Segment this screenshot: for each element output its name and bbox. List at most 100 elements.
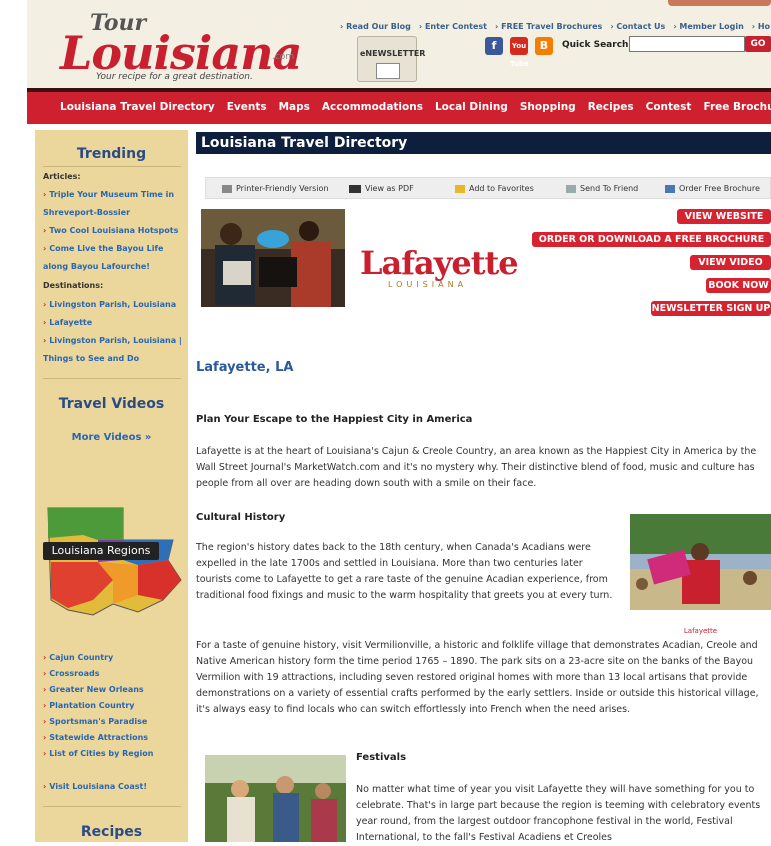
region-link[interactable]: › Cajun Country [43,650,183,666]
top-link-brochures[interactable]: › FREE Travel Brochures [495,22,602,31]
search-go-button[interactable]: GO [745,36,771,52]
region-link-text: Sportsman's Paradise [49,717,148,726]
festivals-paragraph: No matter what time of year you visit La… [356,784,761,843]
top-link-blog[interactable]: › Read Our Blog [340,22,411,31]
location-heading: Lafayette, LA [196,360,294,375]
article-link[interactable]: › Triple Your Museum Time in Shreveport-B… [43,186,183,222]
coast-link[interactable]: › Visit Louisiana Coast! [43,778,183,796]
quick-search-input[interactable] [629,36,745,52]
cultural-history-heading: Cultural History [196,512,286,523]
region-link[interactable]: › Crossroads [43,666,183,682]
festival-dancers-photo [205,755,346,842]
nav-maps[interactable]: Maps [279,101,310,113]
articles-label: Articles: [43,172,81,181]
divider [43,378,181,379]
escape-heading: Plan Your Escape to the Happiest City in… [196,414,473,425]
vermilionville-paragraph: For a taste of genuine history, visit Ve… [196,640,759,715]
destination-link-text: Lafayette [49,318,93,327]
main-nav: Louisiana Travel Directory Events Maps Acco… [60,101,771,113]
escape-paragraph: Lafayette is at the heart of Louisiana's… [196,446,757,489]
page-title: Louisiana Travel Directory [196,132,771,154]
region-link-text: List of Cities by Region [49,749,154,758]
book-now-button[interactable]: BOOK NOW [706,278,771,293]
top-tab[interactable] [668,0,771,6]
festivals-heading: Festivals [356,752,407,763]
region-link-text: Crossroads [49,669,100,678]
newsletter-signup-button[interactable]: NEWSLETTER SIGN UP [651,301,771,316]
pdf-icon [349,184,361,193]
louisiana-regions-map[interactable] [43,500,185,622]
article-link-text: Triple Your Museum Time in Shreveport-Bo… [43,190,175,217]
view-pdf-link[interactable]: View as PDF [349,184,414,193]
youtube-icon[interactable]: You Tube [510,37,529,68]
region-link-text: Greater New Orleans [49,685,144,694]
region-link[interactable]: › Sportsman's Paradise [43,714,183,730]
nav-local-dining[interactable]: Local Dining [435,101,508,113]
logo-tagline: Your recipe for a great destination. [96,72,253,82]
top-link-home[interactable]: › Ho [752,22,770,31]
more-videos-link[interactable]: More Videos » [35,432,188,443]
region-link[interactable]: › List of Cities by Region [43,746,183,762]
order-brochure-link[interactable]: Order Free Brochure [665,184,760,193]
top-link-contest[interactable]: › Enter Contest [419,22,487,31]
printer-friendly-link[interactable]: Printer-Friendly Version [222,184,329,193]
destination-link[interactable]: › Lafayette [43,314,183,332]
tool-label: View as PDF [365,184,414,193]
photo-caption: Lafayette [683,627,718,635]
logo-domain: .com [272,52,295,62]
destination-link[interactable]: › Livingston Parish, Louisiana [43,296,183,314]
divider [43,806,181,807]
nav-events[interactable]: Events [227,101,267,113]
top-link-member-login[interactable]: › Member Login [673,22,743,31]
nav-free-brochures[interactable]: Free Brochures [703,101,771,113]
article-link-text: Come Live the Bayou Life along Bayou Laf… [43,244,164,271]
region-link[interactable]: › Statewide Attractions [43,730,183,746]
page-tools-bar: Printer-Friendly Version View as PDF Add… [205,177,771,199]
article-link[interactable]: › Two Cool Louisiana Hotspots [43,222,183,240]
musicians-photo [201,209,345,307]
article-link[interactable]: › Come Live the Bayou Life along Bayou La… [43,240,183,276]
view-video-button[interactable]: VIEW VIDEO [690,255,771,270]
send-friend-link[interactable]: Send To Friend [566,184,638,193]
lafayette-logo: Lafayette [360,244,519,282]
region-links: › Cajun Country › Crossroads › Greater New … [43,650,183,762]
cultural-history-paragraph: The region's history dates back to the 1… [196,542,613,601]
tool-label: Order Free Brochure [679,184,760,193]
add-favorites-link[interactable]: Add to Favorites [455,184,534,193]
enewsletter-button[interactable]: eNEWSLETTER [357,36,426,82]
printer-icon [222,184,232,193]
accordion-player-photo [630,514,771,610]
region-link[interactable]: › Greater New Orleans [43,682,183,698]
facebook-icon[interactable]: f [485,37,503,55]
nav-shopping[interactable]: Shopping [520,101,576,113]
destination-link[interactable]: › Livingston Parish, Louisiana | Things t… [43,332,183,368]
nav-contest[interactable]: Contest [646,101,692,113]
tool-label: Send To Friend [580,184,639,193]
region-link[interactable]: › Plantation Country [43,698,183,714]
travel-videos-heading: Travel Videos [58,396,165,412]
destinations-label: Destinations: [43,281,104,290]
quick-search-label: Quick Search: [562,40,633,50]
blogger-icon[interactable]: B [535,37,553,55]
trending-heading: Trending [76,146,147,162]
top-links: › Read Our Blog › Enter Contest › FREE Tra… [340,22,771,31]
article-link-text: Two Cool Louisiana Hotspots [49,226,179,235]
region-link-text: Plantation Country [49,701,135,710]
tool-label: Add to Favorites [469,184,534,193]
star-icon [455,184,465,193]
nav-travel-directory[interactable]: Louisiana Travel Directory [60,101,215,113]
nav-recipes[interactable]: Recipes [588,101,634,113]
top-link-contact[interactable]: › Contact Us [610,22,665,31]
view-website-button[interactable]: VIEW WEBSITE [677,209,771,224]
destination-link-text: Livingston Parish, Louisiana [49,300,177,309]
destination-link-text: Livingston Parish, Louisiana | Things to… [43,336,182,363]
coast-link-text: Visit Louisiana Coast! [49,782,148,791]
mail-icon [566,184,576,193]
order-brochure-button[interactable]: ORDER OR DOWNLOAD A FREE BROCHURE [532,232,771,247]
enewsletter-label: eNEWSLETTER [360,49,426,58]
regions-map-label[interactable]: Louisiana Regions [43,542,159,560]
brochure-icon [665,184,675,193]
region-link-text: Cajun Country [49,653,114,662]
nav-accommodations[interactable]: Accommodations [322,101,423,113]
lafayette-logo-sub: LOUISIANA [388,280,468,289]
